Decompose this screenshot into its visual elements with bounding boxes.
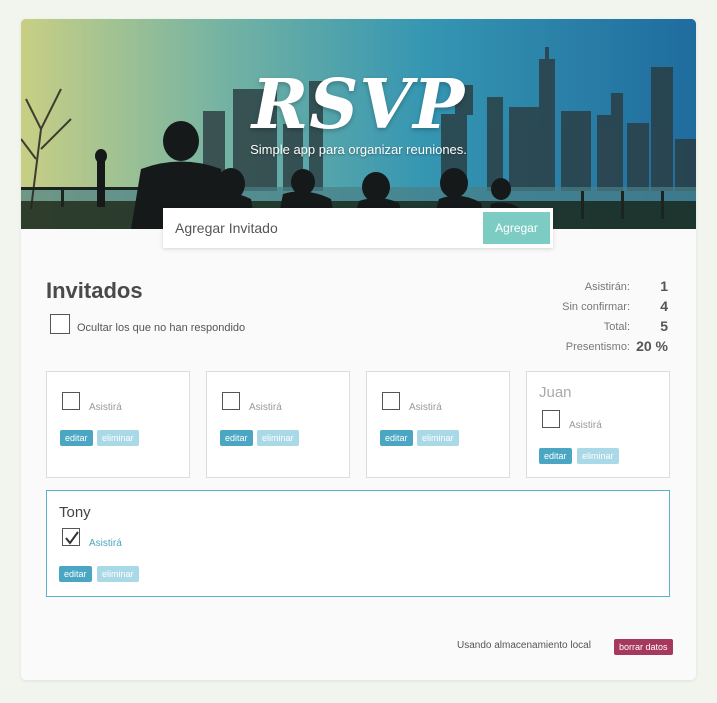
hide-unresponded-checkbox[interactable] (50, 314, 70, 334)
app-logo: RSVP (251, 65, 466, 145)
guest-card: Asistirá editar eliminar (46, 371, 190, 478)
delete-button[interactable]: eliminar (97, 566, 139, 582)
delete-button[interactable]: eliminar (97, 430, 139, 446)
stat-value: 5 (660, 318, 668, 334)
guest-card: Asistirá editar eliminar (206, 371, 350, 478)
app-card: RSVP Simple app para organizar reuniones… (21, 19, 696, 680)
storage-status: Usando almacenamiento local (457, 640, 591, 651)
delete-button[interactable]: eliminar (577, 448, 619, 464)
edit-button[interactable]: editar (539, 448, 572, 464)
edit-button[interactable]: editar (220, 430, 253, 446)
stat-value: 20 % (636, 338, 668, 354)
attend-checkbox[interactable] (542, 410, 560, 428)
attend-checkbox[interactable] (62, 528, 80, 546)
delete-button[interactable]: eliminar (257, 430, 299, 446)
attend-label: Asistirá (569, 420, 602, 431)
stat-value: 1 (660, 278, 668, 294)
delete-button[interactable]: eliminar (417, 430, 459, 446)
stat-label: Sin confirmar: (562, 301, 630, 313)
stat-value: 4 (660, 298, 668, 314)
guest-card: Juan Asistirá editar eliminar (526, 371, 670, 478)
add-guest-form: Agregar (163, 208, 553, 248)
stat-attending: Asistirán: 1 (468, 278, 668, 298)
stats-panel: Asistirán: 1 Sin confirmar: 4 Total: 5 P… (468, 278, 668, 358)
attend-label: Asistirá (89, 402, 122, 413)
guest-name[interactable]: Juan (539, 384, 572, 401)
header-banner: RSVP Simple app para organizar reuniones… (21, 19, 696, 229)
attend-label: Asistirá (409, 402, 442, 413)
guest-card: Tony Asistirá editar eliminar (46, 490, 670, 597)
add-guest-button[interactable]: Agregar (483, 212, 550, 244)
stat-label: Presentismo: (565, 341, 630, 353)
edit-button[interactable]: editar (380, 430, 413, 446)
check-icon (65, 531, 79, 545)
hide-unresponded-label: Ocultar los que no han respondido (77, 322, 246, 334)
stat-total: Total: 5 (468, 318, 668, 338)
app-tagline: Simple app para organizar reuniones. (250, 142, 467, 157)
attend-label: Asistirá (89, 538, 122, 549)
edit-button[interactable]: editar (60, 430, 93, 446)
attend-checkbox[interactable] (382, 392, 400, 410)
attend-checkbox[interactable] (62, 392, 80, 410)
edit-button[interactable]: editar (59, 566, 92, 582)
clear-data-button[interactable]: borrar datos (614, 639, 673, 655)
page-title: Invitados (46, 278, 143, 303)
guest-name[interactable]: Tony (59, 504, 91, 521)
add-guest-input[interactable] (163, 208, 473, 248)
stat-label: Asistirán: (584, 281, 630, 293)
stat-attendance-rate: Presentismo: 20 % (468, 338, 668, 358)
stat-unconfirmed: Sin confirmar: 4 (468, 298, 668, 318)
stat-label: Total: (603, 321, 630, 333)
guest-card: Asistirá editar eliminar (366, 371, 510, 478)
attend-checkbox[interactable] (222, 392, 240, 410)
attend-label: Asistirá (249, 402, 282, 413)
